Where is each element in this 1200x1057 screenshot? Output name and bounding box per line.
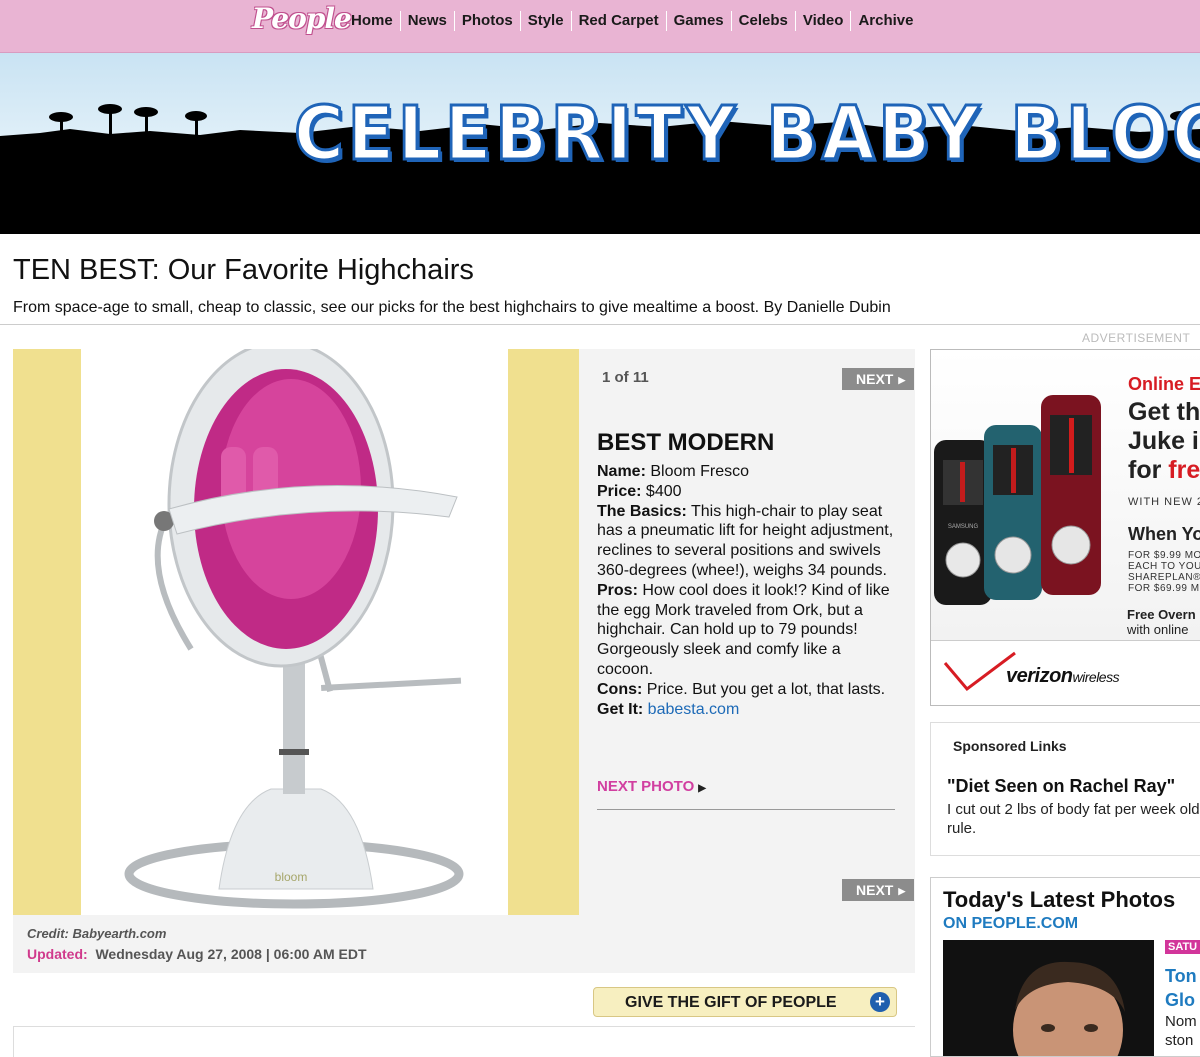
article-subtitle: From space-age to small, cheap to classi…: [13, 299, 891, 316]
retailer-link[interactable]: babesta.com: [648, 701, 740, 718]
sponsored-description: I cut out 2 lbs of body fat per week old…: [947, 801, 1200, 837]
article-title: TEN BEST: Our Favorite Highchairs: [13, 254, 474, 286]
latest-photo-thumbnail[interactable]: [943, 940, 1154, 1056]
nav-news[interactable]: News: [401, 11, 455, 31]
price-label: Price:: [597, 482, 642, 500]
nav-archive[interactable]: Archive: [851, 11, 920, 31]
next-button-top[interactable]: NEXT ▶: [842, 368, 914, 390]
ad-headline-line1: Get th: [1128, 398, 1200, 426]
ad-headline-free: fre: [1168, 456, 1200, 484]
music-phones-image: SAMSUNG: [934, 395, 1101, 605]
plus-circle-icon: +: [870, 992, 890, 1012]
arrow-right-icon: ▶: [698, 783, 706, 794]
lower-content-box: [13, 1026, 915, 1057]
next-button-bottom[interactable]: NEXT ▶: [842, 879, 914, 901]
latest-caption-line2: ston: [1165, 1032, 1194, 1049]
sponsored-title: Sponsored Links: [953, 738, 1067, 754]
ad-headline-line3: for: [1128, 456, 1169, 484]
main-nav: Home News Photos Style Red Carpet Games …: [344, 11, 920, 31]
gallery-info-panel: 1 of 11 NEXT ▶ BEST MODERN Name: Bloom Fr…: [579, 349, 915, 973]
latest-link-line2: Glo: [1165, 990, 1195, 1010]
pros-label: Pros:: [597, 581, 638, 599]
gift-label: GIVE THE GIFT OF PEOPLE: [625, 994, 837, 1011]
ad-online-headline: Online E: [1128, 374, 1200, 394]
ad-headline-line2: Juke i: [1128, 427, 1199, 455]
blog-title[interactable]: CELEBRITY BABY BLOG: [293, 90, 1200, 179]
product-price: $400: [645, 482, 682, 500]
verizon-ad[interactable]: SAMSUNG Online E Get th Juke i for fre WIT…: [930, 349, 1200, 706]
top-nav-bar: People Home News Photos Style Red Carpet…: [0, 0, 1200, 53]
ad-online-text: with online: [1127, 622, 1189, 637]
people-logo[interactable]: People: [252, 2, 352, 35]
divider: [597, 809, 895, 810]
latest-photo-link[interactable]: Ton Glo: [1165, 964, 1197, 1012]
ad-free-text: Free Overn: [1127, 607, 1196, 622]
sponsored-link[interactable]: "Diet Seen on Rachel Ray": [947, 776, 1175, 797]
nav-red-carpet[interactable]: Red Carpet: [572, 11, 667, 31]
updated-label: Updated:: [27, 946, 88, 962]
ad-creative: SAMSUNG Online E Get th Juke i for fre WIT…: [931, 350, 1200, 640]
nav-home[interactable]: Home: [344, 11, 401, 31]
blog-banner[interactable]: CELEBRITY BABY BLOG: [0, 53, 1200, 234]
verizon-logo: verizonwireless: [1006, 665, 1120, 688]
nav-style[interactable]: Style: [521, 11, 572, 31]
ad-contract-note: WITH NEW 2YI: [1128, 496, 1200, 508]
day-badge: SATU: [1165, 940, 1200, 954]
next-label: NEXT: [856, 882, 894, 898]
ad-free-shipping: Free Overn with online: [1127, 607, 1196, 637]
name-label: Name:: [597, 463, 646, 480]
latest-link-line1: Ton: [1165, 966, 1197, 986]
ad-when-text: When Yo: [1128, 524, 1200, 544]
phone-brand-label: SAMSUNG: [948, 524, 979, 530]
product-pros: How cool does it look!? Kind of like the…: [597, 581, 890, 678]
next-label: NEXT: [856, 371, 894, 387]
basics-label: The Basics:: [597, 502, 687, 520]
latest-photos-box: Today's Latest Photos ON PEOPLE.COM SATU…: [930, 877, 1200, 1057]
gift-subscription-button[interactable]: GIVE THE GIFT OF PEOPLE +: [593, 987, 897, 1017]
product-cons: Price. But you get a lot, that lasts.: [646, 680, 886, 698]
ad-footer: verizonwireless: [931, 640, 1200, 705]
latest-photos-title: Today's Latest Photos: [943, 887, 1176, 912]
updated-timestamp: Updated: Wednesday Aug 27, 2008 | 06:00 …: [27, 946, 367, 962]
next-arrow-icon: ▶: [898, 886, 906, 896]
next-photo-link[interactable]: NEXT PHOTO ▶: [597, 778, 706, 795]
verizon-brand: verizon: [1006, 665, 1073, 687]
section-heading: BEST MODERN: [597, 429, 775, 456]
latest-caption-line1: Nom: [1165, 1013, 1197, 1030]
chair-brand-label: bloom: [275, 870, 308, 884]
photo-credit-box: Credit: Babyearth.com Updated: Wednesday…: [13, 915, 579, 973]
latest-photos-subtitle[interactable]: ON PEOPLE.COM: [943, 915, 1078, 933]
getit-label: Get It:: [597, 700, 644, 718]
nav-photos[interactable]: Photos: [455, 11, 521, 31]
photo-counter: 1 of 11: [602, 369, 649, 386]
celebrity-face-image: [943, 940, 1154, 1056]
photo-credit: Credit: Babyearth.com: [27, 926, 167, 941]
highchair-image: bloom: [124, 340, 464, 909]
next-arrow-icon: ▶: [898, 375, 906, 385]
product-description: Name: Bloom Fresco Price: $400 The Basic…: [597, 462, 897, 719]
ad-fine-print: FOR $9.99 MO EACH TO YOUR SHAREPLAN® FOR…: [1128, 550, 1200, 594]
next-photo-label: NEXT PHOTO: [597, 778, 695, 795]
product-name: Bloom Fresco: [650, 463, 750, 480]
updated-date: Wednesday Aug 27, 2008 | 06:00 AM EDT: [95, 946, 367, 962]
ad-headline: Get th Juke i for fre: [1128, 398, 1200, 485]
photo-background: bloom: [81, 340, 508, 915]
gallery-photo[interactable]: bloom: [13, 340, 579, 915]
sponsored-links-box: Sponsored Links "Diet Seen on Rachel Ray…: [930, 722, 1200, 856]
latest-photo-caption: Nom ston: [1165, 1012, 1197, 1050]
advertisement-label: ADVERTISEMENT: [1082, 331, 1191, 345]
verizon-suffix: wireless: [1072, 669, 1120, 685]
nav-games[interactable]: Games: [667, 11, 732, 31]
nav-celebs[interactable]: Celebs: [732, 11, 796, 31]
nav-video[interactable]: Video: [796, 11, 852, 31]
cons-label: Cons:: [597, 680, 643, 698]
divider: [0, 324, 1200, 325]
